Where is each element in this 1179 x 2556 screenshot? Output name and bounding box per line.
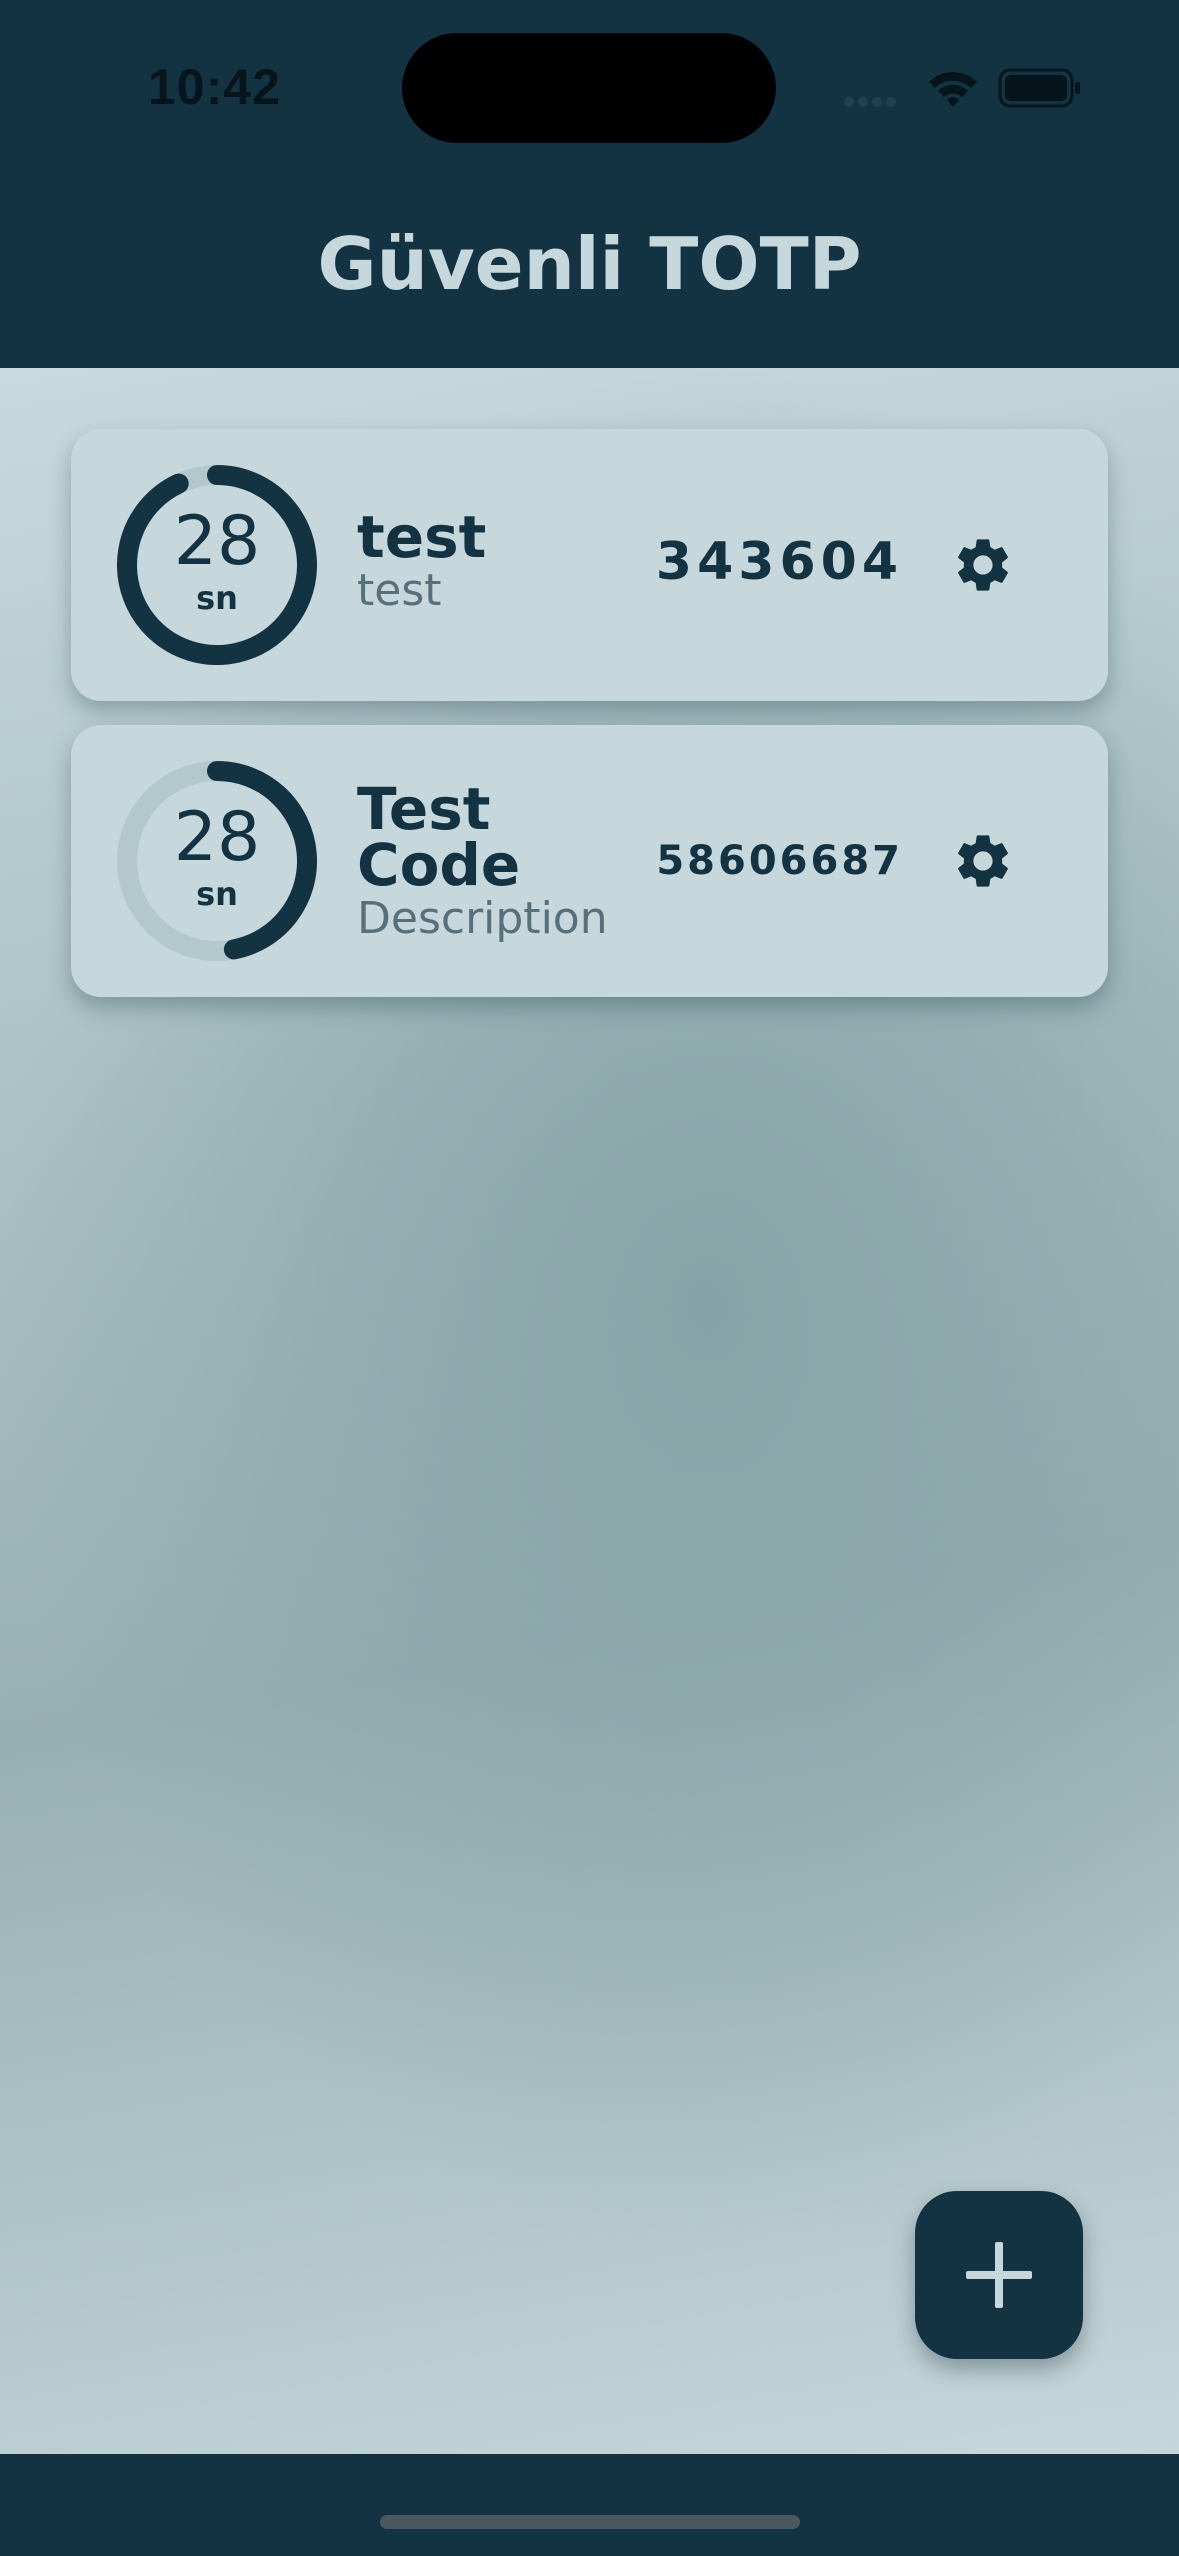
- totp-code[interactable]: 343604: [656, 532, 903, 592]
- battery-icon: [998, 68, 1082, 112]
- gear-icon[interactable]: [951, 533, 1015, 597]
- account-description: test: [357, 565, 442, 616]
- wifi-icon: [925, 66, 981, 114]
- countdown-unit: sn: [196, 579, 238, 617]
- gear-icon[interactable]: [951, 829, 1015, 893]
- cellular-signal-icon: [844, 92, 900, 111]
- home-indicator[interactable]: [380, 2515, 800, 2529]
- plus-icon: [966, 2242, 1032, 2308]
- countdown-seconds: 28: [173, 502, 261, 581]
- countdown-seconds: 28: [173, 798, 261, 877]
- bottom-bar: [0, 2454, 1179, 2556]
- app-title: Güvenli TOTP: [317, 222, 862, 306]
- app-header: Güvenli TOTP: [0, 170, 1179, 368]
- countdown-ring: 28 sn: [117, 465, 317, 665]
- countdown-unit: sn: [196, 875, 238, 913]
- countdown-ring: 28 sn: [117, 761, 317, 961]
- dynamic-island: [402, 33, 776, 143]
- status-time: 10:42: [148, 59, 281, 115]
- account-description: Description: [357, 893, 608, 944]
- totp-code[interactable]: 58606687: [656, 838, 903, 884]
- account-name: Test Code: [357, 775, 521, 899]
- add-account-button[interactable]: [915, 2191, 1083, 2359]
- account-card[interactable]: 28 sn test test 343604: [71, 429, 1108, 701]
- account-card[interactable]: 28 sn Test Code Description 58606687: [71, 725, 1108, 997]
- account-name: test: [357, 503, 487, 571]
- status-bar: 10:42: [0, 0, 1179, 170]
